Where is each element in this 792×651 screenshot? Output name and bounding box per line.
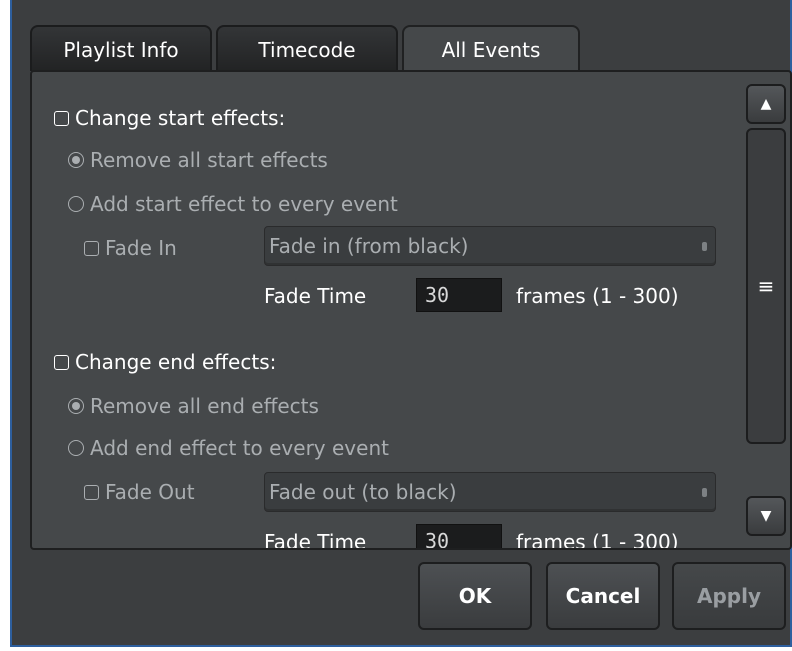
fade-in-select-value: Fade in (from black) <box>269 234 469 258</box>
change-end-effects-checkbox[interactable]: Change end effects: <box>54 350 276 374</box>
dialog-window: Playlist Info Timecode All Events Change… <box>10 0 792 647</box>
remove-end-effects-label: Remove all end effects <box>90 394 319 418</box>
checkbox-box[interactable] <box>84 484 99 500</box>
frames-range-label: frames (1 - 300) <box>516 530 679 548</box>
fade-time-label: Fade Time <box>264 284 367 308</box>
fade-out-select[interactable]: Fade out (to black) <box>264 472 716 512</box>
scrollbar-thumb[interactable]: ≡ <box>746 128 786 444</box>
add-start-effect-radio[interactable]: Add start effect to every event <box>68 192 398 216</box>
fade-time-label: Fade Time <box>264 530 367 548</box>
arrow-down-icon: ▼ <box>760 508 772 524</box>
fade-out-select-value: Fade out (to black) <box>269 480 457 504</box>
grip-icon: ≡ <box>757 274 775 298</box>
add-end-effect-label: Add end effect to every event <box>90 436 389 460</box>
checkbox-box[interactable] <box>54 110 69 126</box>
fade-in-checkbox[interactable]: Fade In <box>84 236 177 260</box>
all-events-panel: Change start effects: Remove all start e… <box>30 70 792 550</box>
frames-range-label: frames (1 - 300) <box>516 284 679 308</box>
fade-out-checkbox[interactable]: Fade Out <box>84 480 195 504</box>
dropdown-arrow-icon <box>702 488 707 497</box>
scroll-down-button[interactable]: ▼ <box>746 496 786 536</box>
apply-button[interactable]: Apply <box>672 562 786 630</box>
radio-selected[interactable] <box>68 152 84 168</box>
fade-in-select[interactable]: Fade in (from black) <box>264 226 716 266</box>
radio-unselected[interactable] <box>68 196 84 212</box>
tab-timecode[interactable]: Timecode <box>216 25 398 71</box>
cancel-button[interactable]: Cancel <box>546 562 660 630</box>
tab-playlist-info[interactable]: Playlist Info <box>30 25 212 71</box>
remove-end-effects-radio[interactable]: Remove all end effects <box>68 394 319 418</box>
fade-out-time-input[interactable]: 30 <box>416 524 502 548</box>
remove-start-effects-label: Remove all start effects <box>90 148 328 172</box>
fade-out-label: Fade Out <box>105 480 195 504</box>
ok-button[interactable]: OK <box>418 562 532 630</box>
arrow-up-icon: ▲ <box>760 96 772 112</box>
scroll-up-button[interactable]: ▲ <box>746 84 786 124</box>
radio-unselected[interactable] <box>68 440 84 456</box>
checkbox-box[interactable] <box>54 354 69 370</box>
add-start-effect-label: Add start effect to every event <box>90 192 398 216</box>
change-start-effects-checkbox[interactable]: Change start effects: <box>54 106 285 130</box>
add-end-effect-radio[interactable]: Add end effect to every event <box>68 436 389 460</box>
change-start-effects-label: Change start effects: <box>75 106 286 130</box>
tab-all-events[interactable]: All Events <box>402 25 580 73</box>
scroll-content: Change start effects: Remove all start e… <box>32 72 746 548</box>
remove-start-effects-radio[interactable]: Remove all start effects <box>68 148 328 172</box>
fade-in-time-input[interactable]: 30 <box>416 278 502 312</box>
checkbox-box[interactable] <box>84 240 99 256</box>
fade-in-label: Fade In <box>105 236 177 260</box>
change-end-effects-label: Change end effects: <box>75 350 277 374</box>
dropdown-arrow-icon <box>702 242 707 251</box>
radio-selected[interactable] <box>68 398 84 414</box>
